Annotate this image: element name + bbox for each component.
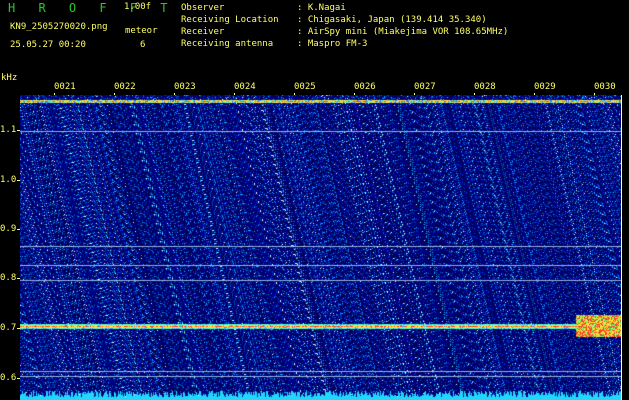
app-version: 1.00f: [124, 2, 152, 12]
y-tick-label: 0.6: [0, 373, 17, 383]
timestamp: 25.05.27 00:20: [10, 40, 86, 50]
y-tick-label: 1.1: [0, 125, 17, 135]
x-tick-label: 0030: [594, 82, 616, 92]
x-tick-label: 0022: [114, 82, 136, 92]
x-tick-label: 0023: [174, 82, 196, 92]
x-tick-label: 0029: [534, 82, 556, 92]
observer-value: : K.Nagai: [297, 3, 346, 13]
antenna-label: Receiving antenna: [181, 39, 274, 49]
meteor-label: meteor: [125, 26, 158, 36]
meteor-count: 6: [140, 40, 146, 50]
antenna-value: : Maspro FM-3: [297, 39, 368, 49]
receiver-value: : AirSpy mini (Miakejima VOR 108.65MHz): [297, 27, 509, 37]
x-tick-label: 0025: [294, 82, 316, 92]
hrofft-window: H R O F F T 1.00f KN9_2505270020.png 25.…: [0, 0, 629, 400]
receiver-label: Receiver: [181, 27, 225, 37]
y-axis-unit: kHz: [1, 73, 18, 83]
x-tick-label: 0028: [474, 82, 496, 92]
location-value: : Chigasaki, Japan (139.414 35.340): [297, 15, 487, 25]
location-label: Receiving Location: [181, 15, 279, 25]
spectrogram: [20, 95, 622, 400]
y-tick-label: 1.0: [0, 175, 17, 185]
observer-label: Observer: [181, 3, 225, 13]
x-tick-label: 0027: [414, 82, 436, 92]
y-tick-label: 0.8: [0, 273, 17, 283]
file-name: KN9_2505270020.png: [10, 22, 108, 32]
y-tick-label: 0.9: [0, 224, 17, 234]
x-tick-label: 0026: [354, 82, 376, 92]
plot-right-border: [621, 95, 622, 400]
x-tick-label: 0024: [234, 82, 256, 92]
y-tick-label: 0.7: [0, 323, 17, 333]
x-tick-label: 0021: [54, 82, 76, 92]
